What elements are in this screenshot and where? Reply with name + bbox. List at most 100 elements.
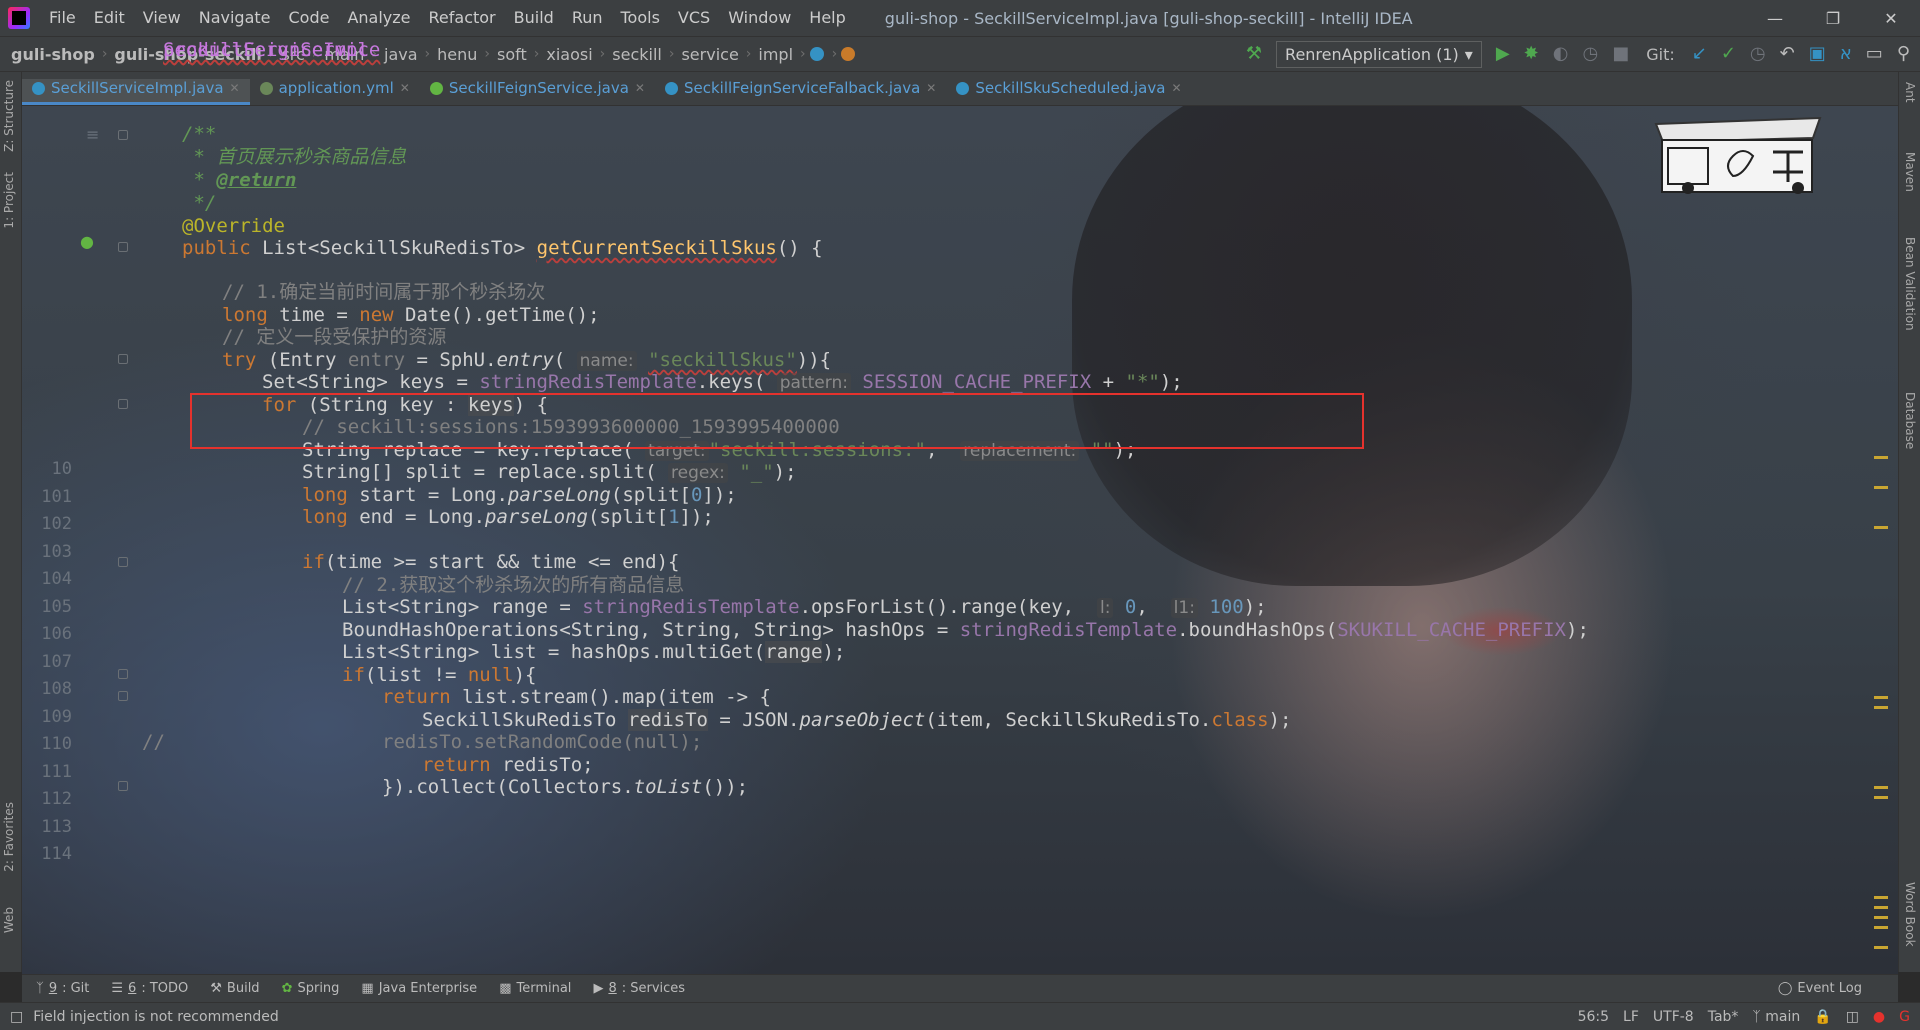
line-separator[interactable]: LF (1623, 1009, 1639, 1025)
menu-window[interactable]: Window (719, 0, 800, 36)
warning-marker[interactable] (1874, 916, 1888, 919)
tool-window-build[interactable]: ⚒ Build (210, 981, 259, 996)
fold-doc-icon[interactable]: ≡ (86, 125, 99, 144)
code-editor[interactable]: 10 101 102 103 104 105 106 107 108 109 1… (22, 106, 1898, 974)
menu-analyze[interactable]: Analyze (338, 0, 419, 36)
warning-marker[interactable] (1874, 706, 1888, 709)
tab-label: SeckillServiceImpl.java (51, 79, 224, 97)
warning-marker[interactable] (1874, 796, 1888, 799)
database-tool-button[interactable]: Database (1903, 392, 1917, 449)
tool-window-git[interactable]: ᛉ9: Git (36, 981, 89, 996)
project-tool-button[interactable]: 1: Project (2, 172, 16, 229)
menu-file[interactable]: File (40, 0, 85, 36)
fold-marker-icon[interactable] (118, 691, 128, 701)
menu-navigate[interactable]: Navigate (190, 0, 280, 36)
tool-window-java-enterprise[interactable]: ▦ Java Enterprise (361, 981, 477, 996)
breadcrumb-project[interactable]: guli-shop (8, 45, 98, 64)
warning-marker[interactable] (1874, 926, 1888, 929)
code-text: .opsForList().range(key, (799, 596, 1097, 618)
bean-validation-tool-button[interactable]: Bean Validation (1903, 237, 1917, 331)
menu-view[interactable]: View (134, 0, 190, 36)
code-area[interactable]: /** * 首页展示秒杀商品信息 * @return */ @Override … (142, 106, 1882, 974)
warning-marker[interactable] (1874, 896, 1888, 899)
tool-window-terminal[interactable]: ▩ Terminal (499, 981, 571, 996)
tab-application-yml[interactable]: application.yml ✕ (250, 79, 420, 105)
status-message[interactable]: Field injection is not recommended (33, 1009, 278, 1025)
javadoc-open: /** (182, 123, 217, 145)
tool-window-spring[interactable]: ✿ Spring (282, 981, 340, 996)
minimize-icon[interactable]: — (1746, 9, 1804, 28)
tab-label: SeckillFeignService.java (448, 79, 629, 97)
fold-marker-icon[interactable] (118, 242, 128, 252)
error-icon[interactable]: ● (1873, 1009, 1885, 1025)
override-marker-icon[interactable]: ● (80, 232, 94, 251)
tool-window-services[interactable]: ▶ 8: Services (593, 981, 685, 996)
git-branch[interactable]: ᛉ main (1752, 1009, 1800, 1025)
fold-marker-icon[interactable] (118, 781, 128, 791)
close-window-icon[interactable]: ✕ (1862, 9, 1920, 28)
fold-marker-icon[interactable] (118, 130, 128, 140)
left-tool-strip: Z: Structure 1: Project 2: Favorites Web (0, 72, 22, 972)
tool-window-todo[interactable]: ☰ 6: TODO (111, 981, 188, 996)
close-tab-icon[interactable]: ✕ (635, 81, 645, 95)
line-number: 114 (41, 844, 72, 864)
fold-marker-icon[interactable] (118, 354, 128, 364)
tab-seckillserviceimpl[interactable]: SeckillServiceImpl.java ✕ (22, 79, 250, 105)
maven-tool-button[interactable]: Maven (1903, 152, 1917, 192)
search-icon[interactable]: ⚲ (1897, 45, 1910, 63)
menu-vcs[interactable]: VCS (669, 0, 719, 36)
layout-icon[interactable]: ▭ (1866, 45, 1883, 63)
close-tab-icon[interactable]: ✕ (230, 81, 240, 95)
line-number: 107 (41, 652, 72, 672)
line-number: 105 (41, 597, 72, 617)
code-text: = JSON. (707, 709, 800, 731)
fold-marker-icon[interactable] (118, 399, 128, 409)
web-tool-button[interactable]: Web (2, 907, 16, 933)
warning-marker[interactable] (1874, 786, 1888, 789)
tool-window-number: 6 (128, 981, 137, 996)
fold-marker-icon[interactable] (118, 557, 128, 567)
close-tab-icon[interactable]: ✕ (926, 81, 936, 95)
line-number: 113 (41, 817, 72, 837)
indent-setting[interactable]: Tab* (1708, 1009, 1739, 1025)
tab-seckillfeignservicefalback[interactable]: SeckillFeignServiceFalback.java ✕ (655, 79, 946, 105)
caret-position[interactable]: 56:5 (1578, 1009, 1609, 1025)
warning-marker[interactable] (1874, 486, 1888, 489)
pet-widget-icon[interactable] (1648, 116, 1828, 196)
ant-tool-button[interactable]: Ant (1903, 82, 1917, 103)
menu-refactor[interactable]: Refactor (420, 0, 505, 36)
breadcrumb-field[interactable]: productFeignService (160, 37, 1860, 64)
structure-tool-button[interactable]: Z: Structure (2, 80, 16, 152)
toggle-tool-windows-icon[interactable]: □ (10, 1009, 23, 1025)
word-book-tool-button[interactable]: Word Book (1903, 882, 1917, 947)
parameter-hint: name: (576, 351, 637, 371)
favorites-tool-button[interactable]: 2: Favorites (2, 802, 16, 872)
google-icon[interactable]: G (1899, 1009, 1910, 1025)
warning-marker[interactable] (1874, 946, 1888, 949)
warning-marker[interactable] (1874, 906, 1888, 909)
menu-code[interactable]: Code (280, 0, 339, 36)
menu-help[interactable]: Help (800, 0, 854, 36)
event-log-button[interactable]: ◯ Event Log (1778, 981, 1876, 996)
close-tab-icon[interactable]: ✕ (400, 81, 410, 95)
restore-icon[interactable]: ❐ (1804, 9, 1862, 28)
menu-tools[interactable]: Tools (612, 0, 669, 36)
code-text: (Entry (256, 349, 348, 371)
tab-seckillfeignservice[interactable]: SeckillFeignService.java ✕ (420, 79, 655, 105)
enterprise-icon: ▦ (361, 981, 374, 996)
warning-marker[interactable] (1874, 526, 1888, 529)
warning-marker[interactable] (1874, 456, 1888, 459)
menu-build[interactable]: Build (505, 0, 563, 36)
tab-seckillskuscheduled[interactable]: SeckillSkuScheduled.java ✕ (946, 79, 1191, 105)
editor-gutter[interactable]: 10 101 102 103 104 105 106 107 108 109 1… (22, 106, 172, 974)
memory-icon[interactable]: ◫ (1846, 1009, 1859, 1025)
warning-marker[interactable] (1874, 696, 1888, 699)
code-text: (list != (364, 664, 468, 686)
menu-run[interactable]: Run (563, 0, 612, 36)
fold-marker-icon[interactable] (118, 669, 128, 679)
file-encoding[interactable]: UTF-8 (1653, 1009, 1694, 1025)
menu-edit[interactable]: Edit (85, 0, 134, 36)
close-tab-icon[interactable]: ✕ (1171, 81, 1181, 95)
lock-icon[interactable]: 🔒 (1814, 1009, 1831, 1025)
override-annotation: @Override (182, 215, 285, 237)
